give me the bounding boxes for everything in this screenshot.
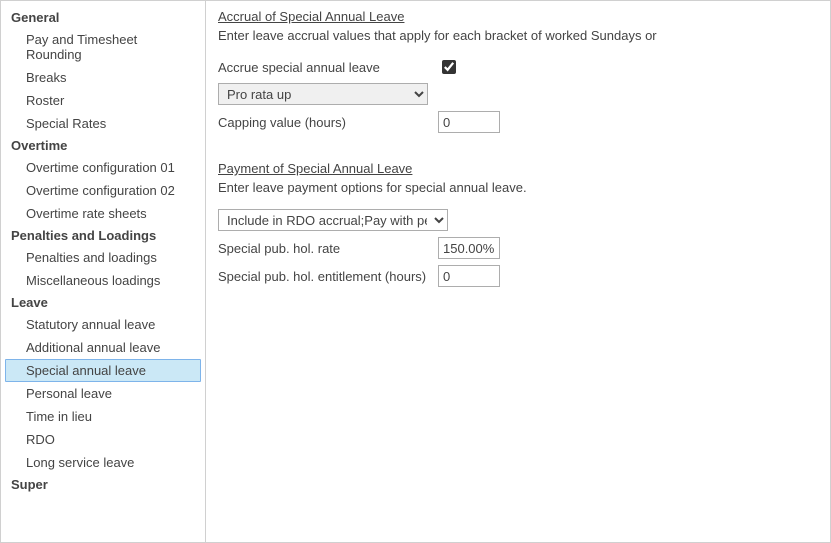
entitlement-label: Special pub. hol. entitlement (hours) xyxy=(218,269,438,284)
section-overtime: Overtime xyxy=(5,135,201,156)
accrual-method-select[interactable]: Pro rata up xyxy=(218,83,428,105)
payment-desc: Enter leave payment options for special … xyxy=(218,180,818,195)
nav-personal-leave[interactable]: Personal leave xyxy=(5,382,201,405)
section-general: General xyxy=(5,7,201,28)
payment-options-select[interactable]: Include in RDO accrual;Pay with penaltie… xyxy=(218,209,448,231)
nav-special-rates[interactable]: Special Rates xyxy=(5,112,201,135)
section-penalties-loadings: Penalties and Loadings xyxy=(5,225,201,246)
section-leave: Leave xyxy=(5,292,201,313)
nav-pay-timesheet-rounding[interactable]: Pay and Timesheet Rounding xyxy=(5,28,201,66)
nav-misc-loadings[interactable]: Miscellaneous loadings xyxy=(5,269,201,292)
rate-label: Special pub. hol. rate xyxy=(218,241,438,256)
nav-rdo[interactable]: RDO xyxy=(5,428,201,451)
nav-statutory-annual-leave[interactable]: Statutory annual leave xyxy=(5,313,201,336)
nav-penalties-loadings[interactable]: Penalties and loadings xyxy=(5,246,201,269)
nav-special-annual-leave[interactable]: Special annual leave xyxy=(5,359,201,382)
nav-overtime-config-02[interactable]: Overtime configuration 02 xyxy=(5,179,201,202)
section-super: Super xyxy=(5,474,201,495)
settings-window: General Pay and Timesheet Rounding Break… xyxy=(0,0,831,543)
main-panel: Accrual of Special Annual Leave Enter le… xyxy=(206,1,830,542)
nav-overtime-rate-sheets[interactable]: Overtime rate sheets xyxy=(5,202,201,225)
nav-breaks[interactable]: Breaks xyxy=(5,66,201,89)
capping-label: Capping value (hours) xyxy=(218,115,438,130)
payment-title: Payment of Special Annual Leave xyxy=(218,161,818,176)
accrue-label: Accrue special annual leave xyxy=(218,60,438,75)
accrue-checkbox[interactable] xyxy=(442,60,456,74)
nav-overtime-config-01[interactable]: Overtime configuration 01 xyxy=(5,156,201,179)
nav-time-in-lieu[interactable]: Time in lieu xyxy=(5,405,201,428)
entitlement-input[interactable] xyxy=(438,265,500,287)
accrual-title: Accrual of Special Annual Leave xyxy=(218,9,818,24)
nav-long-service-leave[interactable]: Long service leave xyxy=(5,451,201,474)
accrual-desc: Enter leave accrual values that apply fo… xyxy=(218,28,818,43)
nav-additional-annual-leave[interactable]: Additional annual leave xyxy=(5,336,201,359)
capping-input[interactable] xyxy=(438,111,500,133)
sidebar: General Pay and Timesheet Rounding Break… xyxy=(1,1,206,542)
nav-roster[interactable]: Roster xyxy=(5,89,201,112)
rate-input[interactable] xyxy=(438,237,500,259)
